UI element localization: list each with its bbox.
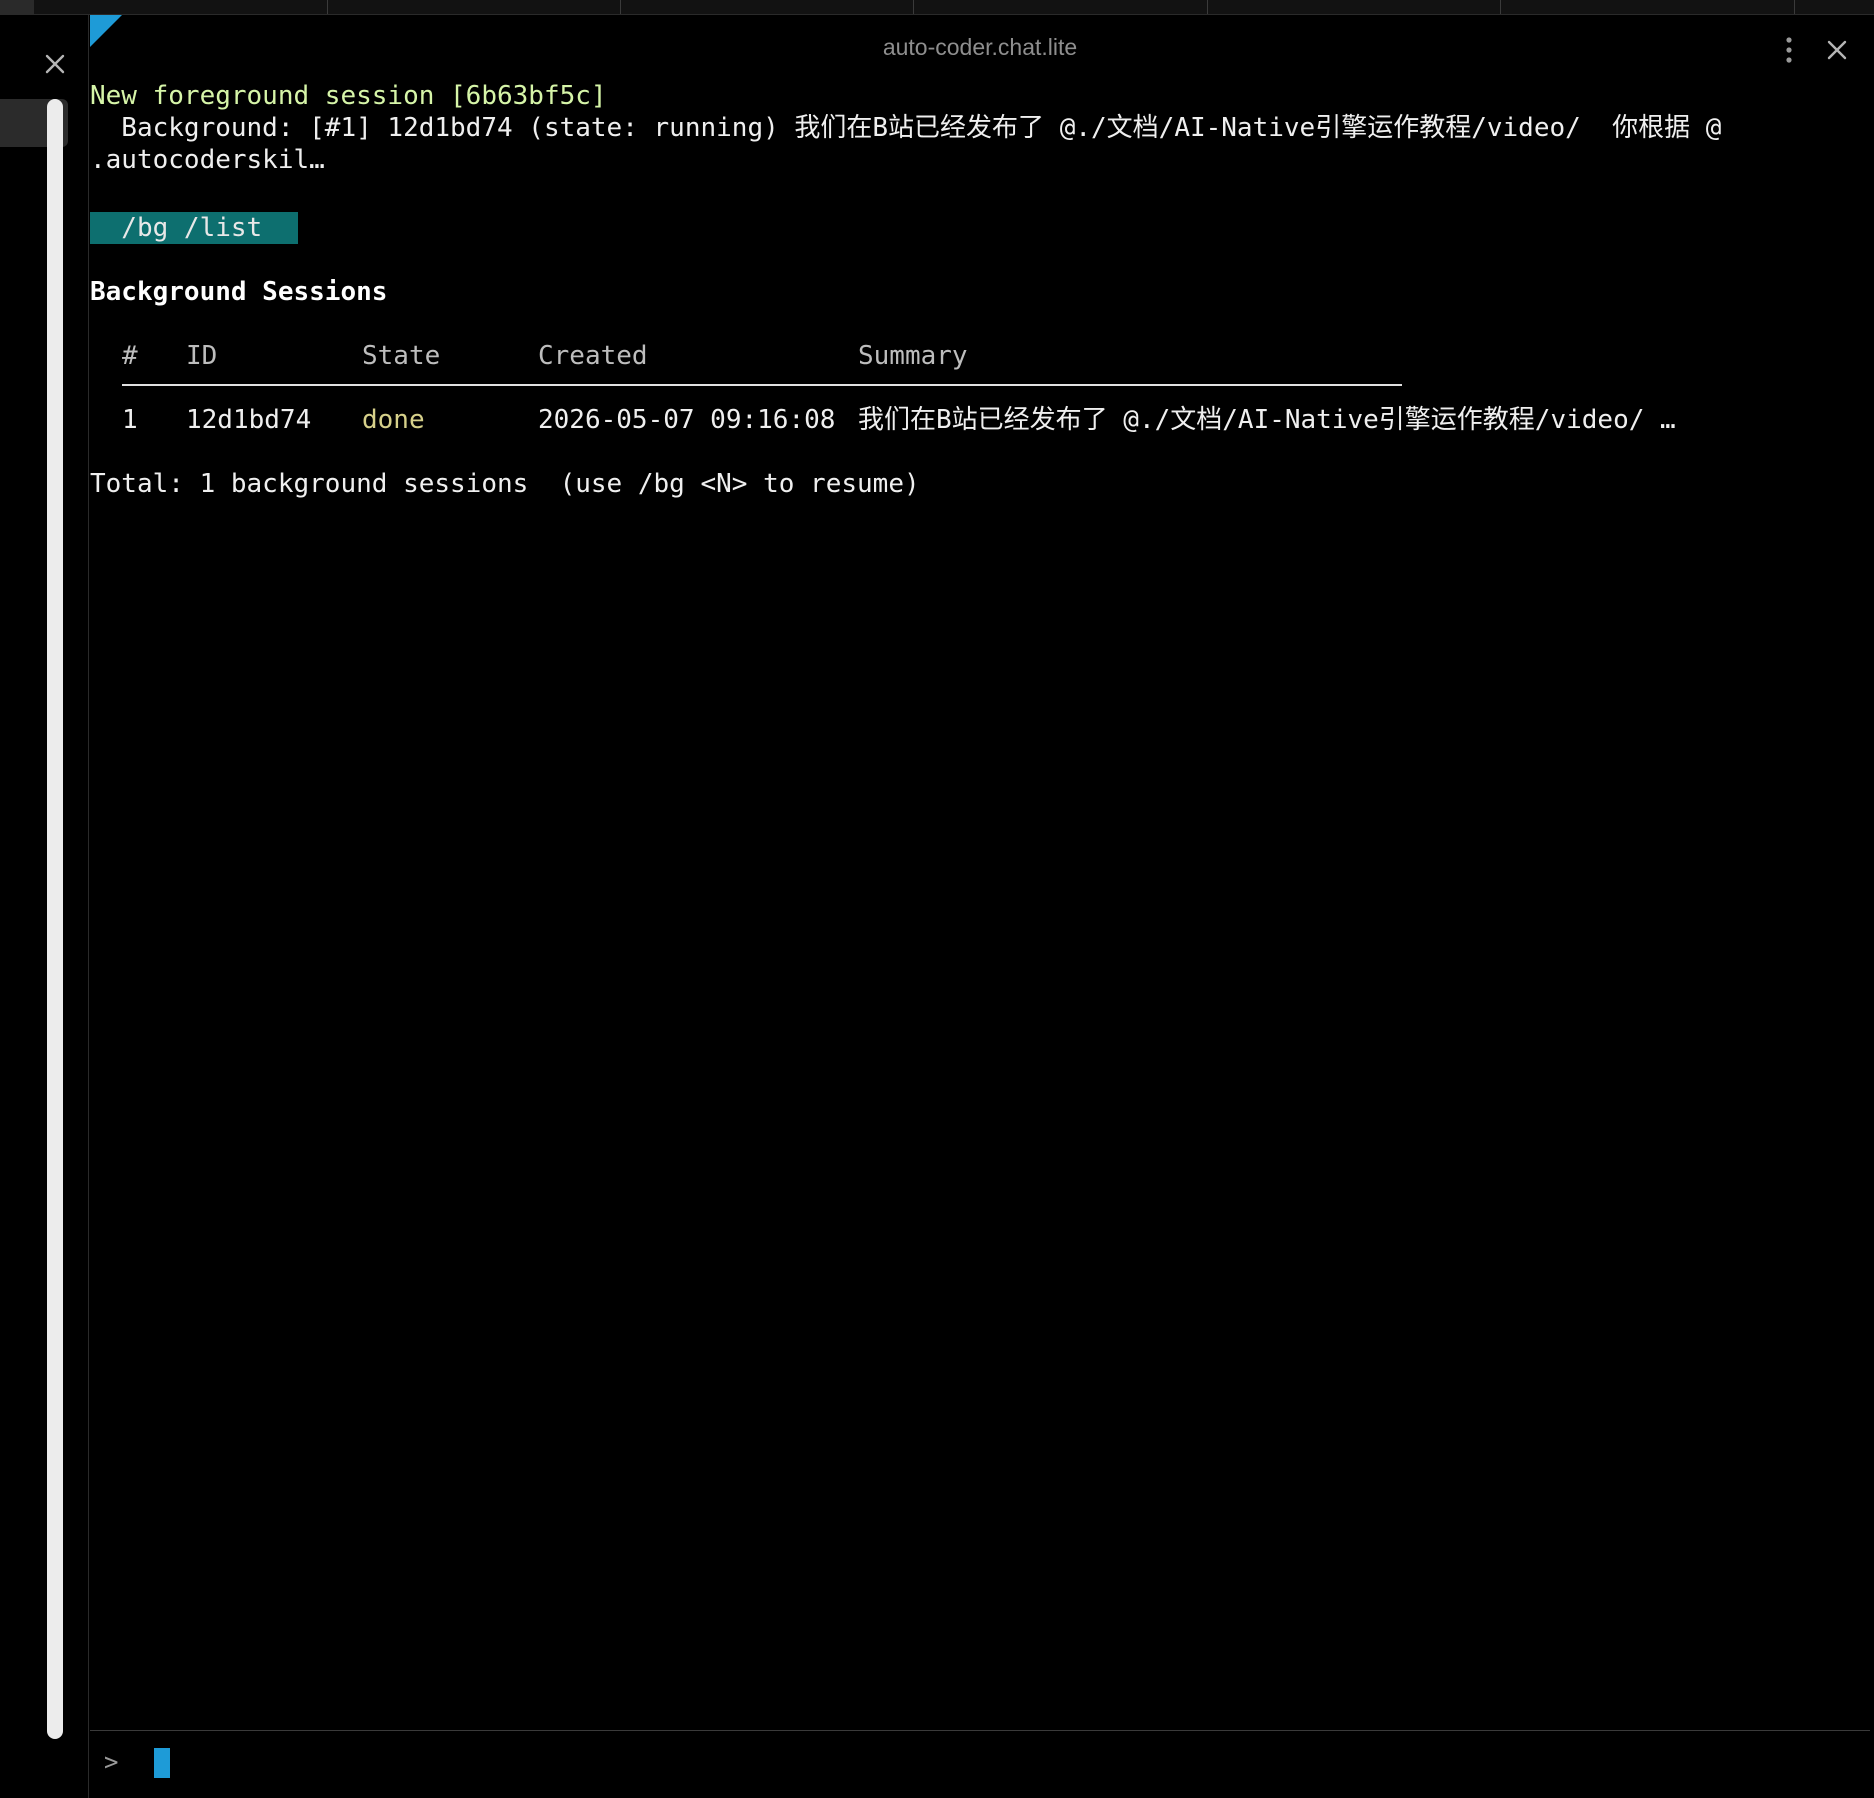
col-header-summary: Summary: [858, 341, 968, 371]
left-gutter: [0, 15, 88, 1798]
tab-strip: [0, 0, 1874, 15]
tab-separator: [620, 0, 621, 14]
tab-separator: [327, 0, 328, 14]
panel-divider: [88, 15, 89, 1798]
background-session-line: Background: [#1] 12d1bd74 (state: runnin…: [90, 113, 1722, 143]
table-row: 1 12d1bd74 done 2026-05-07 09:16:08 我们在B…: [90, 405, 1870, 1040]
tab-separator: [1207, 0, 1208, 14]
background-session-line-cont: .autocoderskil…: [90, 145, 325, 175]
tab-separator: [913, 0, 914, 14]
prompt-symbol: >: [104, 1748, 119, 1776]
input-divider: [90, 1730, 1870, 1731]
table-header: # ID State Created Summary: [90, 341, 1870, 656]
table-divider: [122, 384, 1402, 386]
session-notice: New foreground session [6b63bf5c]: [90, 81, 607, 111]
total-line: Total: 1 background sessions (use /bg <N…: [90, 469, 920, 499]
col-header-state: State: [362, 341, 441, 371]
col-header-created: Created: [538, 341, 648, 371]
cell-state: done: [362, 405, 425, 435]
tab-strip-active-segment[interactable]: [0, 0, 34, 14]
col-header-num: #: [122, 341, 138, 371]
cell-id: 12d1bd74: [186, 405, 312, 435]
terminal-output: New foreground session [6b63bf5c] Backgr…: [90, 80, 1870, 1720]
close-icon[interactable]: [1820, 34, 1854, 66]
scrollbar[interactable]: [47, 99, 63, 1739]
section-title: Background Sessions: [90, 277, 388, 307]
input-cursor[interactable]: [154, 1748, 170, 1778]
cell-summary: 我们在B站已经发布了 @./文档/AI-Native引擎运作教程/video/ …: [858, 405, 1676, 435]
cell-num: 1: [122, 405, 138, 435]
col-header-id: ID: [186, 341, 218, 371]
corner-indicator: [90, 15, 122, 47]
cell-created: 2026-05-07 09:16:08: [538, 405, 836, 435]
more-vertical-icon[interactable]: [1774, 34, 1804, 66]
window-title: auto-coder.chat.lite: [882, 34, 1078, 60]
tab-separator: [1794, 0, 1795, 14]
command-echo: /bg /list: [90, 212, 298, 244]
tab-separator: [1500, 0, 1501, 14]
close-icon[interactable]: [40, 49, 70, 79]
